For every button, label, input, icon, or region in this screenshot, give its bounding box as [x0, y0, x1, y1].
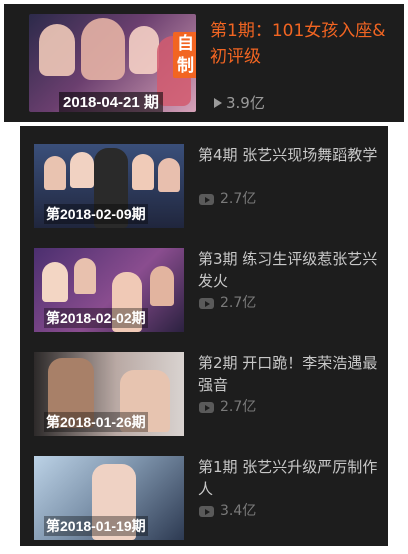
- featured-thumbnail[interactable]: 自制 2018-04-21 期: [29, 14, 196, 112]
- featured-title[interactable]: 第1期：101女孩入座&初评级: [210, 18, 400, 70]
- list-item[interactable]: 第2018-01-19期 第1期 张艺兴升级严厉制作人 3.4亿: [20, 438, 388, 540]
- episode-date: 第2018-02-09期: [44, 204, 148, 224]
- episode-title[interactable]: 第3期 练习生评级惹张艺兴发火: [198, 248, 382, 292]
- list-item[interactable]: 第2018-02-02期 第3期 练习生评级惹张艺兴发火 2.7亿: [20, 230, 388, 332]
- video-icon: [199, 194, 214, 205]
- episode-date: 第2018-02-02期: [44, 308, 148, 328]
- video-icon: [199, 402, 214, 413]
- featured-episode[interactable]: 自制 2018-04-21 期 第1期：101女孩入座&初评级 3.9亿: [4, 4, 404, 122]
- video-icon: [199, 506, 214, 517]
- thumbnail-figure: [81, 18, 125, 80]
- episode-title[interactable]: 第2期 开口跪！李荣浩遇最强音: [198, 352, 382, 396]
- original-badge: 自制: [173, 32, 196, 78]
- thumbnail-figure: [70, 152, 94, 188]
- episode-view-count: 3.4亿: [220, 503, 257, 519]
- episode-view-count: 2.7亿: [220, 399, 257, 415]
- episode-view-count: 2.7亿: [220, 295, 257, 311]
- episode-date: 第2018-01-19期: [44, 516, 148, 536]
- thumbnail-figure: [129, 26, 159, 74]
- featured-date: 2018-04-21 期: [59, 92, 163, 112]
- episode-title[interactable]: 第4期 张艺兴现场舞蹈教学: [198, 144, 382, 166]
- episode-title[interactable]: 第1期 张艺兴升级严厉制作人: [198, 456, 382, 500]
- thumbnail-figure: [42, 262, 68, 302]
- episode-view-count: 2.7亿: [220, 191, 257, 207]
- episode-list: 第2018-02-09期 第4期 张艺兴现场舞蹈教学 2.7亿 第2018-02…: [20, 126, 388, 546]
- thumbnail-figure: [39, 24, 75, 76]
- video-icon: [199, 298, 214, 309]
- play-icon: [214, 98, 222, 108]
- featured-view-count: 3.9亿: [226, 94, 265, 112]
- episode-date: 第2018-01-26期: [44, 412, 148, 432]
- thumbnail-figure: [158, 158, 180, 192]
- thumbnail-figure: [44, 156, 66, 190]
- thumbnail-figure: [132, 154, 154, 190]
- thumbnail-figure: [150, 266, 174, 306]
- list-item[interactable]: 第2018-01-26期 第2期 开口跪！李荣浩遇最强音 2.7亿: [20, 334, 388, 436]
- thumbnail-figure: [74, 258, 96, 294]
- list-item[interactable]: 第2018-02-09期 第4期 张艺兴现场舞蹈教学 2.7亿: [20, 126, 388, 228]
